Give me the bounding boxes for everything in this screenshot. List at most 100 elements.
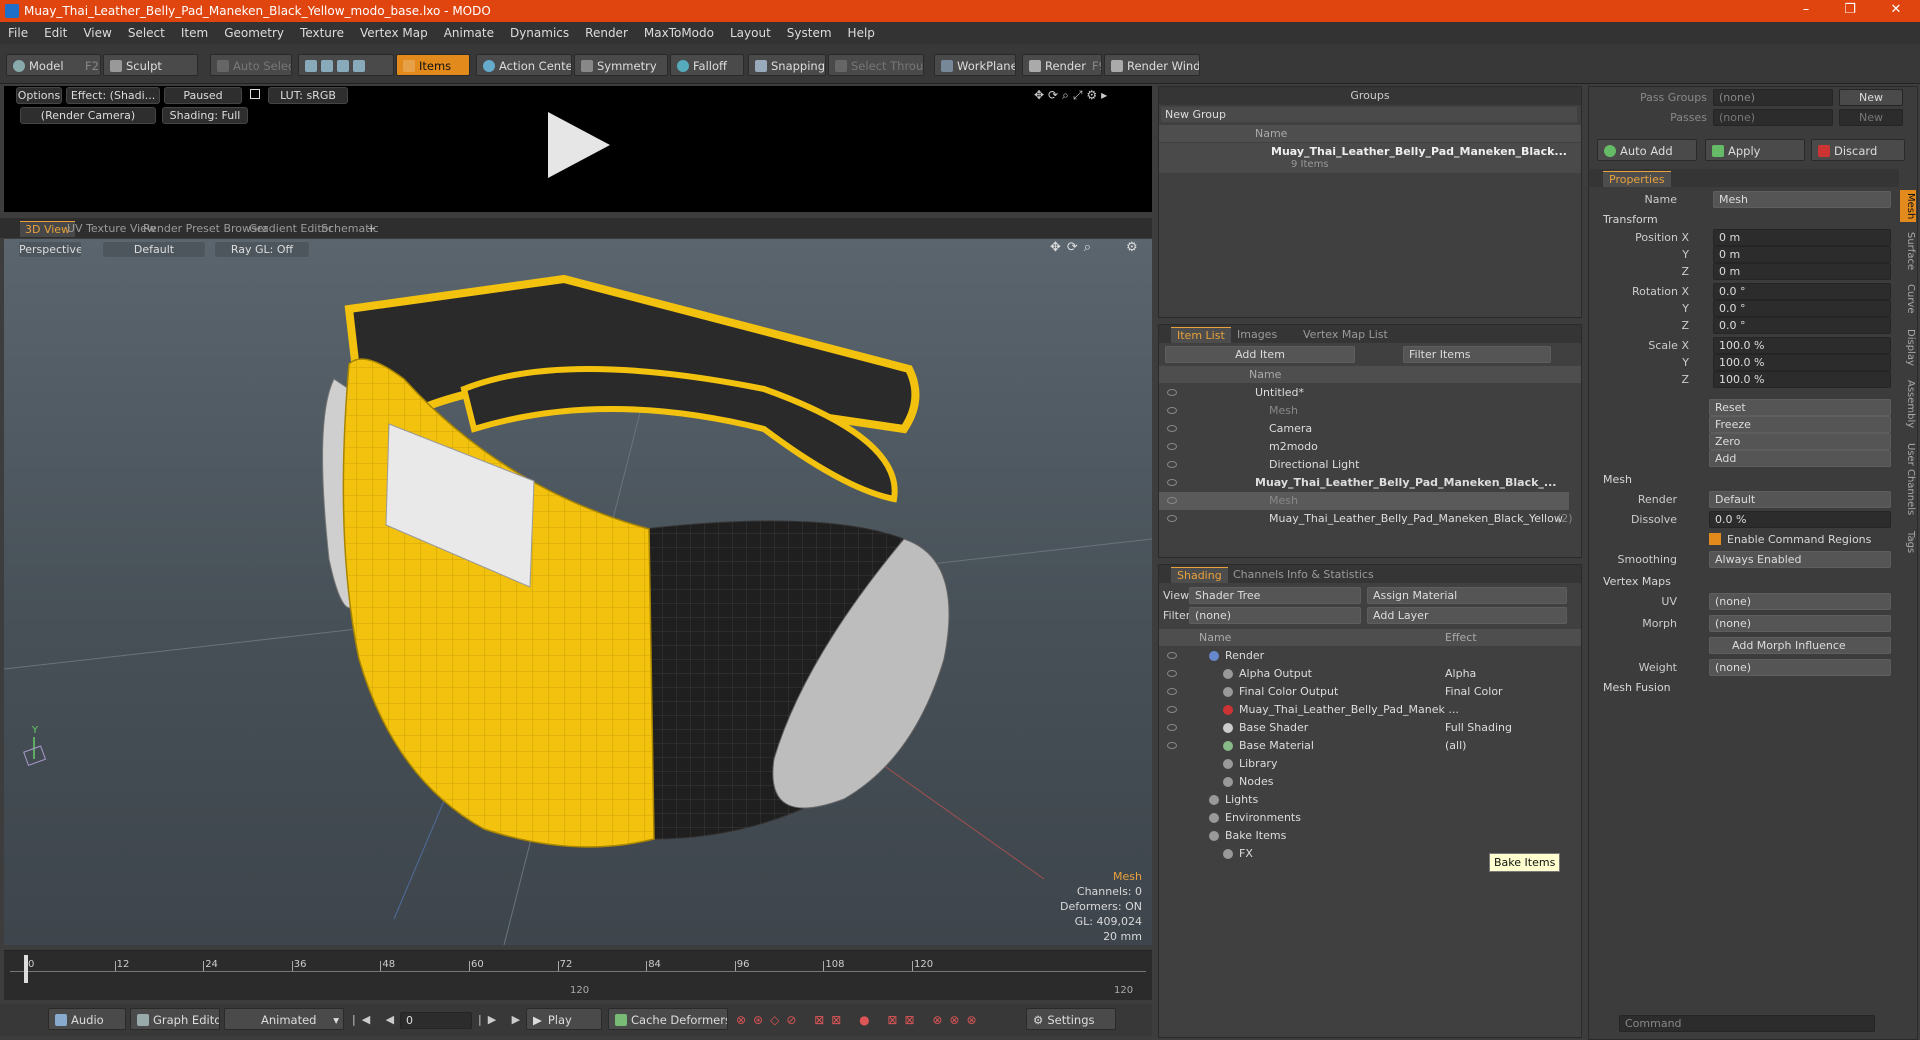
side-tab-curve[interactable]: Curve <box>1900 280 1916 318</box>
tab-shading[interactable]: Shading <box>1171 567 1228 583</box>
tab-vertex-map-list[interactable]: Vertex Map List <box>1297 327 1394 343</box>
item-list-row[interactable]: Untitled* <box>1159 384 1569 402</box>
dissolve-input[interactable]: 0.0 % <box>1709 511 1891 528</box>
settings-button[interactable]: ⚙ Settings <box>1026 1008 1116 1030</box>
transform-action-add[interactable]: Add <box>1709 450 1891 467</box>
vertex-maps-section[interactable]: Vertex Maps <box>1603 575 1671 588</box>
apply-button[interactable]: Apply <box>1705 139 1805 161</box>
visibility-eye-icon[interactable] <box>1167 461 1177 468</box>
item-list-row[interactable]: Mesh <box>1159 492 1569 510</box>
mesh-fusion-section[interactable]: Mesh Fusion <box>1603 681 1671 694</box>
component-mode-buttons[interactable] <box>298 54 394 76</box>
menu-item-file[interactable]: File <box>0 22 36 40</box>
sculpt-mode-button[interactable]: Sculpt <box>103 54 198 76</box>
group-row[interactable]: Muay_Thai_Leather_Belly_Pad_Maneken_Blac… <box>1159 143 1581 173</box>
add-layer-dropdown[interactable]: Add Layer <box>1367 607 1567 624</box>
action-center-button[interactable]: Action Center <box>476 54 572 76</box>
transform-scale-input[interactable]: 100.0 % <box>1713 354 1891 371</box>
new-pass-group-button[interactable]: New <box>1839 89 1903 106</box>
add-tab-icon[interactable]: + <box>362 221 381 237</box>
side-tab-mesh[interactable]: Mesh <box>1900 190 1916 222</box>
items-mode-button[interactable]: Items <box>396 54 470 76</box>
add-morph-influence-button[interactable]: Add Morph Influence <box>1709 637 1891 654</box>
model-mode-button[interactable]: Model F2 <box>6 54 101 76</box>
side-tab-user-channels[interactable]: User Channels <box>1900 436 1916 522</box>
timeline-playhead[interactable] <box>24 955 28 983</box>
transform-scale-input[interactable]: 100.0 % <box>1713 337 1891 354</box>
auto-select-button[interactable]: Auto Select <box>210 54 292 76</box>
visibility-eye-icon[interactable] <box>1167 724 1177 731</box>
tab-item-list[interactable]: Item List <box>1171 327 1231 343</box>
audio-button[interactable]: Audio <box>48 1008 126 1030</box>
shader-tree-row[interactable]: Bake Items <box>1159 827 1569 845</box>
visibility-eye-icon[interactable] <box>1167 688 1177 695</box>
shader-tree-row[interactable]: Base Shader Full Shading <box>1159 719 1569 737</box>
menu-item-render[interactable]: Render <box>577 22 636 40</box>
shader-tree-row[interactable]: Render <box>1159 647 1569 665</box>
uv-dropdown[interactable]: (none) <box>1709 593 1891 610</box>
preview-effect-dropdown[interactable]: Effect: (Shadi... <box>66 87 160 104</box>
tab-images[interactable]: Images <box>1231 327 1283 343</box>
3d-viewport[interactable]: Perspective Default Ray GL: Off ✥⟳⌕ ⚙ Y … <box>4 239 1152 945</box>
frame-input[interactable]: 0 <box>400 1012 472 1029</box>
assign-material-button[interactable]: Assign Material <box>1367 587 1567 604</box>
filter-dropdown[interactable]: (none) <box>1189 607 1361 624</box>
shader-tree-row[interactable]: Base Material (all) <box>1159 737 1569 755</box>
play-icon[interactable] <box>544 110 614 180</box>
render-window-button[interactable]: Render Window <box>1104 54 1200 76</box>
item-list-row[interactable]: Muay_Thai_Leather_Belly_Pad_Maneken_Blac… <box>1159 474 1569 492</box>
shader-tree-row[interactable]: Nodes <box>1159 773 1569 791</box>
add-item-dropdown[interactable]: Add Item <box>1165 346 1355 363</box>
tab-properties[interactable]: Properties <box>1603 171 1671 187</box>
render-camera-dropdown[interactable]: (Render Camera) <box>20 107 156 124</box>
timeline[interactable]: 0 12 24 36 48 60 72 84 96 108 120 120 120 <box>4 950 1152 1000</box>
discard-button[interactable]: Discard <box>1811 139 1905 161</box>
morph-dropdown[interactable]: (none) <box>1709 615 1891 632</box>
visibility-eye-icon[interactable] <box>1167 742 1177 749</box>
play-button[interactable]: ▶ Play <box>526 1008 602 1030</box>
auto-add-button[interactable]: Auto Add <box>1597 139 1697 161</box>
menu-item-vertex-map[interactable]: Vertex Map <box>352 22 436 40</box>
mesh-section[interactable]: Mesh <box>1603 473 1632 486</box>
weight-dropdown[interactable]: (none) <box>1709 659 1891 676</box>
shader-tree-row[interactable]: Environments <box>1159 809 1569 827</box>
visibility-eye-icon[interactable] <box>1167 652 1177 659</box>
lut-dropdown[interactable]: LUT: sRGB <box>268 87 348 104</box>
preview-options-button[interactable]: Options <box>16 87 62 104</box>
menu-item-texture[interactable]: Texture <box>292 22 352 40</box>
transform-rot-input[interactable]: 0.0 ° <box>1713 317 1891 334</box>
minimize-button[interactable]: – <box>1786 2 1826 20</box>
transform-pos-input[interactable]: 0 m <box>1713 246 1891 263</box>
transform-action-reset[interactable]: Reset <box>1709 399 1891 416</box>
render-button[interactable]: Render F9 <box>1022 54 1102 76</box>
graph-editor-button[interactable]: Graph Editor <box>130 1008 220 1030</box>
visibility-eye-icon[interactable] <box>1167 407 1177 414</box>
shader-tree-row[interactable]: Muay_Thai_Leather_Belly_Pad_Manek ... <box>1159 701 1569 719</box>
visibility-eye-icon[interactable] <box>1167 706 1177 713</box>
command-input[interactable]: Command <box>1619 1015 1875 1032</box>
shader-tree-row[interactable]: Final Color Output Final Color <box>1159 683 1569 701</box>
transform-pos-input[interactable]: 0 m <box>1713 263 1891 280</box>
view-dropdown[interactable]: Shader Tree <box>1189 587 1361 604</box>
smoothing-dropdown[interactable]: Always Enabled <box>1709 551 1891 568</box>
filter-items-input[interactable]: Filter Items <box>1403 346 1551 363</box>
new-pass-button[interactable]: New <box>1839 109 1903 126</box>
maximize-button[interactable]: ❐ <box>1830 2 1870 20</box>
side-tab-assembly[interactable]: Assembly <box>1900 376 1916 432</box>
close-button[interactable]: ✕ <box>1876 2 1916 20</box>
menu-item-maxtomodo[interactable]: MaxToModo <box>636 22 722 40</box>
shading-dropdown[interactable]: Shading: Full <box>162 107 248 124</box>
name-input[interactable]: Mesh <box>1713 191 1891 208</box>
transform-pos-input[interactable]: 0 m <box>1713 229 1891 246</box>
side-tab-surface[interactable]: Surface <box>1900 226 1916 276</box>
transform-scale-input[interactable]: 100.0 % <box>1713 371 1891 388</box>
menu-item-item[interactable]: Item <box>173 22 216 40</box>
transform-rot-input[interactable]: 0.0 ° <box>1713 283 1891 300</box>
visibility-eye-icon[interactable] <box>1167 425 1177 432</box>
enable-command-regions-checkbox[interactable] <box>1709 533 1721 545</box>
menu-item-layout[interactable]: Layout <box>722 22 779 40</box>
item-list-row[interactable]: Mesh <box>1159 402 1569 420</box>
falloff-button[interactable]: Falloff <box>670 54 744 76</box>
snapping-button[interactable]: Snapping <box>748 54 826 76</box>
shader-tree-row[interactable]: Library <box>1159 755 1569 773</box>
